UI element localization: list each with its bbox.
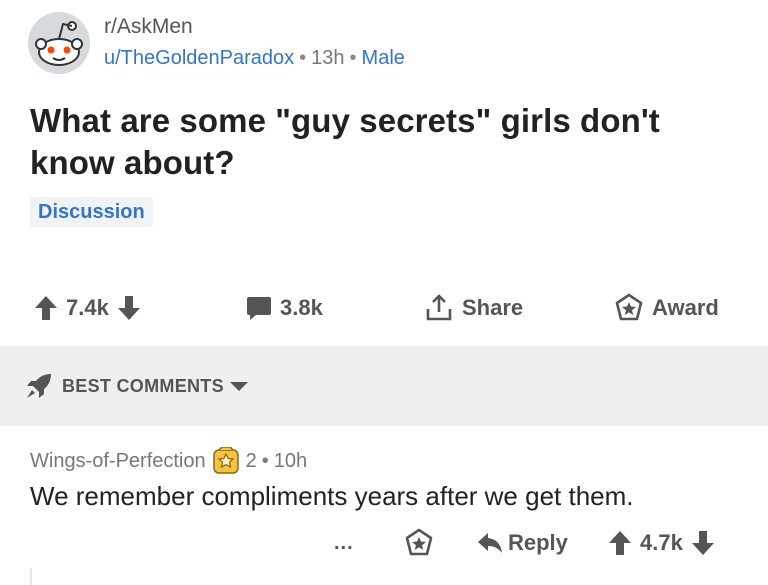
post-flair[interactable]: Discussion bbox=[30, 197, 153, 227]
post-title[interactable]: What are some "guy secrets" girls don't … bbox=[30, 100, 750, 184]
comment-actions-bar: ... Reply 4.7k bbox=[0, 524, 768, 562]
arrow-down-icon[interactable] bbox=[117, 295, 141, 321]
meta-separator: • bbox=[261, 449, 269, 472]
reply-label: Reply bbox=[508, 530, 568, 555]
rocket-icon bbox=[27, 374, 51, 398]
post-meta-line: u/TheGoldenParadox • 13h • Male bbox=[104, 44, 405, 72]
comment-score: 4.7k bbox=[640, 530, 683, 555]
comment-award-button[interactable] bbox=[404, 524, 434, 562]
meta-separator: • bbox=[349, 47, 357, 69]
share-button[interactable]: Share bbox=[424, 285, 531, 331]
caret-down-icon bbox=[229, 382, 248, 391]
post-score: 7.4k bbox=[66, 295, 109, 320]
comment-sort-bar[interactable]: BEST COMMENTS bbox=[0, 346, 768, 426]
user-flair: Male bbox=[361, 47, 405, 69]
award-star-icon bbox=[405, 528, 433, 556]
comment-age: 10h bbox=[273, 449, 308, 472]
more-dots-icon: ... bbox=[334, 531, 354, 554]
comment-vote-control: 4.7k bbox=[608, 524, 715, 562]
comment-thread-line[interactable] bbox=[30, 568, 32, 585]
comment-count: 3.8k bbox=[280, 295, 323, 320]
subreddit-name[interactable]: r/AskMen bbox=[104, 14, 405, 40]
snoo-avatar-icon[interactable] bbox=[28, 12, 90, 74]
post-author[interactable]: u/TheGoldenParadox bbox=[104, 47, 294, 69]
arrow-down-icon[interactable] bbox=[691, 530, 715, 556]
vote-control: 7.4k bbox=[34, 285, 141, 331]
comment-body[interactable]: We remember compliments years after we g… bbox=[30, 478, 634, 514]
post-header: r/AskMen u/TheGoldenParadox • 13h • Male bbox=[28, 12, 405, 74]
arrow-up-icon[interactable] bbox=[34, 295, 58, 321]
arrow-up-icon[interactable] bbox=[608, 530, 632, 556]
share-icon bbox=[426, 294, 452, 321]
badge-count: 2 bbox=[245, 449, 257, 472]
reply-button[interactable]: Reply bbox=[476, 524, 576, 562]
post-meta: r/AskMen u/TheGoldenParadox • 13h • Male bbox=[104, 14, 405, 72]
post-age: 13h bbox=[311, 47, 345, 69]
comment-author[interactable]: Wings-of-Perfection bbox=[30, 450, 206, 473]
comments-button[interactable]: 3.8k bbox=[246, 285, 331, 331]
comment-bubble-icon bbox=[247, 297, 271, 320]
award-button[interactable]: Award bbox=[614, 285, 727, 331]
meta-separator: • bbox=[299, 47, 307, 69]
reply-icon bbox=[478, 533, 502, 553]
sort-label: BEST COMMENTS bbox=[62, 375, 224, 396]
more-options-button[interactable]: ... bbox=[334, 524, 354, 562]
comment-meta: Wings-of-Perfection 2 • 10h bbox=[30, 446, 307, 476]
award-star-icon bbox=[615, 293, 643, 321]
post-actions-bar: 7.4k 3.8k Share Award bbox=[0, 285, 768, 331]
award-label: Award bbox=[652, 295, 719, 320]
share-label: Share bbox=[462, 295, 524, 320]
award-badge-icon bbox=[212, 447, 239, 474]
